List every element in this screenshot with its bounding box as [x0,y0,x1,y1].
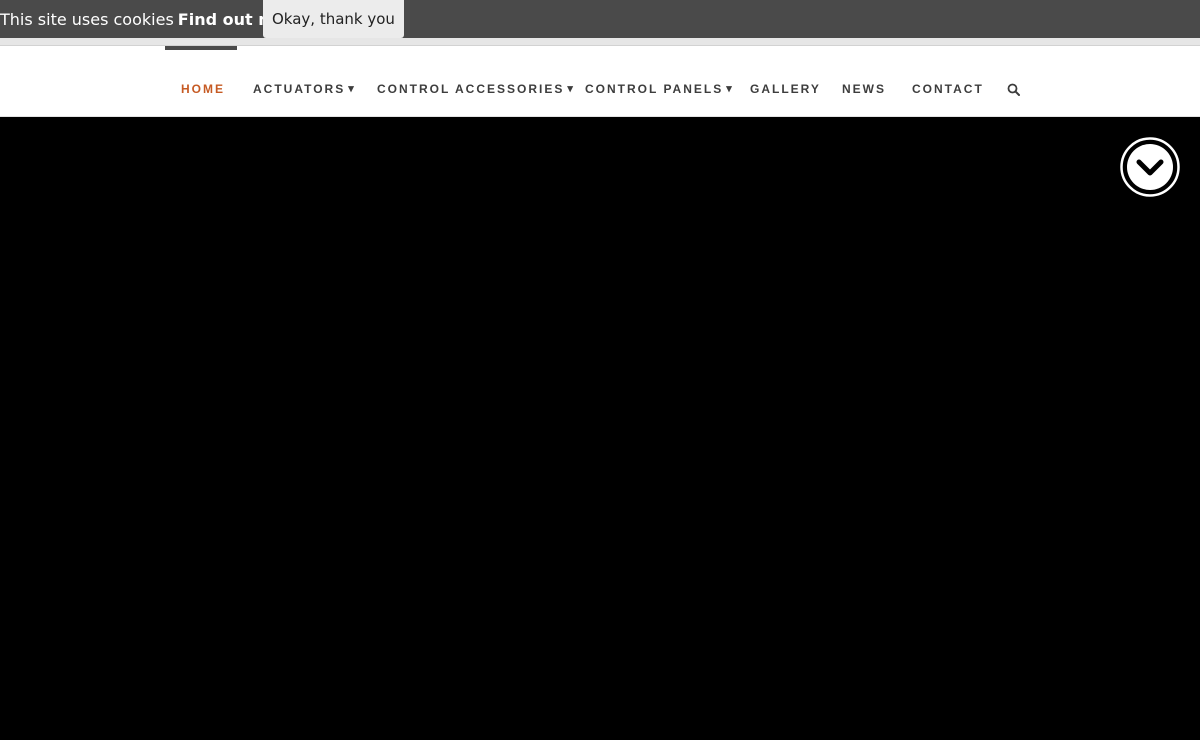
nav-item-label: CONTROL ACCESSORIES [377,82,565,96]
nav-item-label: CONTROL PANELS [585,82,724,96]
chevron-double-down-icon: ▾ [726,83,732,95]
search-icon[interactable] [1007,82,1021,96]
nav-item-label: HOME [181,82,225,96]
header-top-strip [0,38,1200,46]
cookie-bar: This site uses cookies Find out more. Ok… [0,0,1200,38]
nav-item-actuators[interactable]: ACTUATORS ▾ [253,82,354,97]
chevron-double-down-icon: ▾ [567,83,573,95]
hero-section [0,117,1200,740]
nav-item-control-accessories[interactable]: CONTROL ACCESSORIES ▾ [377,82,573,97]
nav-item-label: CONTACT [912,82,984,96]
nav-item-label: ACTUATORS [253,82,346,96]
nav-item-label: GALLERY [750,82,821,96]
nav-item-home[interactable]: HOME [181,82,225,96]
nav-active-indicator [165,46,237,50]
cookie-accept-button[interactable]: Okay, thank you [263,0,404,38]
nav-item-news[interactable]: NEWS [842,82,886,96]
nav-item-gallery[interactable]: GALLERY [750,82,821,96]
chevron-down-circle-icon[interactable] [1120,137,1180,197]
chevron-double-down-icon: ▾ [348,83,354,95]
nav-item-control-panels[interactable]: CONTROL PANELS ▾ [585,82,732,97]
nav-item-contact[interactable]: CONTACT [912,82,984,96]
nav-item-label: NEWS [842,82,886,96]
cookie-message: This site uses cookies [0,9,174,29]
